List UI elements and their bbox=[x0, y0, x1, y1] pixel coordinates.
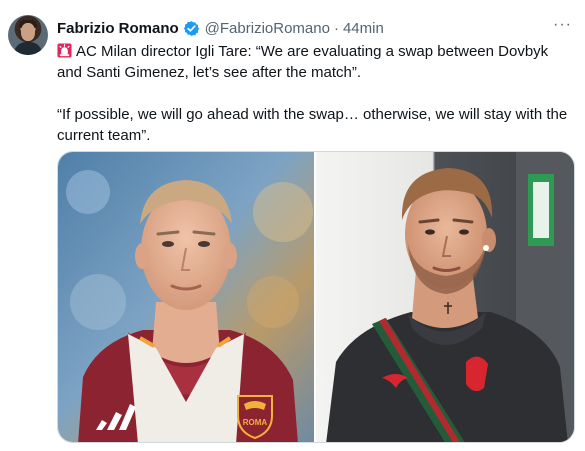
separator-dot: · bbox=[333, 19, 339, 37]
tweet-paragraph-1: AC Milan director Igli Tare: “We are eva… bbox=[57, 41, 577, 83]
dovbyk-photo-illustration: ROMA bbox=[58, 152, 314, 442]
author-handle[interactable]: @FabrizioRomano bbox=[205, 20, 330, 37]
avatar-shirt bbox=[14, 42, 42, 55]
timestamp[interactable]: 44min bbox=[343, 20, 384, 37]
roma-crest-text: ROMA bbox=[243, 418, 268, 427]
rotating-light-emoji bbox=[57, 43, 72, 58]
tweet-text: AC Milan director Igli Tare: “We are eva… bbox=[57, 41, 577, 146]
more-options-icon[interactable]: ··· bbox=[553, 17, 575, 36]
avatar-face bbox=[21, 23, 35, 41]
photo-gimenez[interactable] bbox=[316, 152, 574, 442]
tweet-paragraph-2: “If possible, we will go ahead with the … bbox=[57, 106, 568, 144]
tweet-header: Fabrizio Romano @FabrizioRomano · 44min bbox=[57, 18, 384, 38]
tweet-media[interactable]: ROMA bbox=[57, 151, 575, 443]
author-name[interactable]: Fabrizio Romano bbox=[57, 20, 179, 37]
verified-badge-icon[interactable] bbox=[183, 20, 200, 37]
tweet-paragraph-1-text: AC Milan director Igli Tare: “We are eva… bbox=[57, 43, 549, 81]
gimenez-photo-illustration bbox=[316, 152, 574, 442]
author-avatar[interactable] bbox=[8, 15, 48, 55]
photo-dovbyk[interactable]: ROMA bbox=[58, 152, 314, 442]
